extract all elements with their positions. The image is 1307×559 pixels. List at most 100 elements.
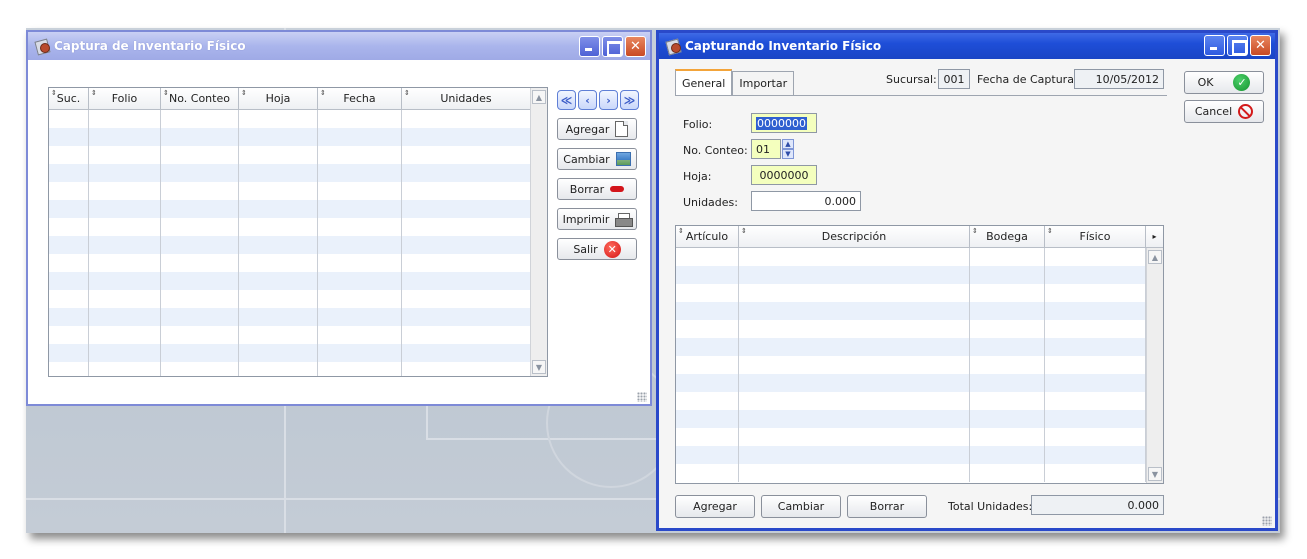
table-cell[interactable]: [402, 200, 531, 218]
table-cell[interactable]: [161, 146, 239, 164]
table-cell[interactable]: [676, 338, 739, 356]
window2-titlebar[interactable]: Capturando Inventario Físico: [659, 33, 1275, 59]
close-button[interactable]: [625, 36, 646, 57]
table-row[interactable]: [676, 464, 1163, 482]
table-row[interactable]: [49, 146, 547, 164]
table-cell[interactable]: [676, 410, 739, 428]
cambiar-button[interactable]: Cambiar: [557, 148, 637, 170]
column-header-folio[interactable]: ⇕ Folio: [89, 88, 161, 109]
conteo-field[interactable]: 01: [751, 139, 781, 159]
table-cell[interactable]: [676, 392, 739, 410]
table-cell[interactable]: [49, 110, 89, 128]
table-row[interactable]: [676, 410, 1163, 428]
table-cell[interactable]: [402, 254, 531, 272]
table-cell[interactable]: [402, 362, 531, 376]
table-cell[interactable]: [676, 266, 739, 284]
table-cell[interactable]: [739, 320, 970, 338]
resize-grip[interactable]: [637, 392, 647, 402]
table-cell[interactable]: [161, 128, 239, 146]
table-cell[interactable]: [161, 326, 239, 344]
table-cell[interactable]: [318, 236, 402, 254]
table-cell[interactable]: [318, 290, 402, 308]
table-cell[interactable]: [318, 200, 402, 218]
table-cell[interactable]: [89, 272, 161, 290]
folio-field[interactable]: 0000000: [751, 113, 817, 133]
table-cell[interactable]: [970, 356, 1045, 374]
unidades-field[interactable]: 0.000: [751, 191, 861, 211]
table-cell[interactable]: [239, 344, 318, 362]
cancel-button[interactable]: Cancel: [1184, 100, 1264, 123]
table-row[interactable]: [676, 266, 1163, 284]
table-cell[interactable]: [161, 200, 239, 218]
table-cell[interactable]: [739, 392, 970, 410]
column-header-suc[interactable]: ⇕ Suc.: [49, 88, 89, 109]
table-cell[interactable]: [49, 362, 89, 376]
table-row[interactable]: [676, 392, 1163, 410]
table-cell[interactable]: [676, 446, 739, 464]
fecha-captura-field[interactable]: 10/05/2012: [1074, 69, 1164, 89]
table-cell[interactable]: [161, 236, 239, 254]
cambiar-row-button[interactable]: Cambiar: [761, 495, 841, 518]
table-cell[interactable]: [49, 254, 89, 272]
maximize-button[interactable]: [1227, 35, 1248, 56]
table-cell[interactable]: [89, 254, 161, 272]
table-cell[interactable]: [1045, 446, 1146, 464]
inventory-table[interactable]: ⇕ Suc. ⇕ Folio ⇕ No. Conteo ⇕ Hoja ⇕ Fecha ⇕ U…: [48, 87, 548, 377]
table-cell[interactable]: [402, 164, 531, 182]
table-cell[interactable]: [1045, 266, 1146, 284]
table-cell[interactable]: [239, 272, 318, 290]
table-cell[interactable]: [676, 248, 739, 266]
table-cell[interactable]: [161, 182, 239, 200]
table-cell[interactable]: [970, 428, 1045, 446]
agregar-button[interactable]: Agregar: [557, 118, 637, 140]
table-cell[interactable]: [739, 464, 970, 482]
table-cell[interactable]: [89, 128, 161, 146]
table-row[interactable]: [49, 344, 547, 362]
table-cell[interactable]: [970, 374, 1045, 392]
table-cell[interactable]: [89, 362, 161, 376]
tab-importar[interactable]: Importar: [732, 71, 795, 95]
table-row[interactable]: [676, 302, 1163, 320]
table-cell[interactable]: [676, 374, 739, 392]
imprimir-button[interactable]: Imprimir: [557, 208, 637, 230]
table-cell[interactable]: [402, 344, 531, 362]
table-cell[interactable]: [49, 308, 89, 326]
table-row[interactable]: [676, 248, 1163, 266]
spin-down-icon[interactable]: ▼: [782, 149, 794, 159]
scroll-right-icon[interactable]: ▸: [1146, 226, 1163, 247]
table-cell[interactable]: [49, 146, 89, 164]
table-cell[interactable]: [161, 362, 239, 376]
prev-record-button[interactable]: ‹: [578, 90, 597, 110]
table-cell[interactable]: [402, 236, 531, 254]
table-cell[interactable]: [49, 182, 89, 200]
table-cell[interactable]: [402, 110, 531, 128]
table-cell[interactable]: [89, 182, 161, 200]
table-cell[interactable]: [49, 164, 89, 182]
resize-grip[interactable]: [1262, 516, 1272, 526]
table-cell[interactable]: [239, 236, 318, 254]
table-cell[interactable]: [676, 356, 739, 374]
table-row[interactable]: [676, 356, 1163, 374]
table-cell[interactable]: [49, 236, 89, 254]
table-cell[interactable]: [739, 374, 970, 392]
table-row[interactable]: [49, 272, 547, 290]
table-cell[interactable]: [1045, 320, 1146, 338]
column-header-unidades[interactable]: ⇕ Unidades: [402, 88, 531, 109]
table-cell[interactable]: [676, 464, 739, 482]
table-cell[interactable]: [676, 320, 739, 338]
agregar-row-button[interactable]: Agregar: [675, 495, 755, 518]
first-record-button[interactable]: ≪: [557, 90, 576, 110]
minimize-button[interactable]: [579, 36, 600, 57]
table-cell[interactable]: [676, 302, 739, 320]
table-cell[interactable]: [1045, 464, 1146, 482]
table-cell[interactable]: [739, 284, 970, 302]
borrar-button[interactable]: Borrar: [557, 178, 637, 200]
table-cell[interactable]: [1045, 338, 1146, 356]
table-cell[interactable]: [161, 344, 239, 362]
close-button[interactable]: [1250, 35, 1271, 56]
scroll-up-icon[interactable]: ▲: [1148, 250, 1162, 264]
table-cell[interactable]: [676, 284, 739, 302]
table-cell[interactable]: [1045, 392, 1146, 410]
table-cell[interactable]: [49, 272, 89, 290]
table-cell[interactable]: [239, 200, 318, 218]
